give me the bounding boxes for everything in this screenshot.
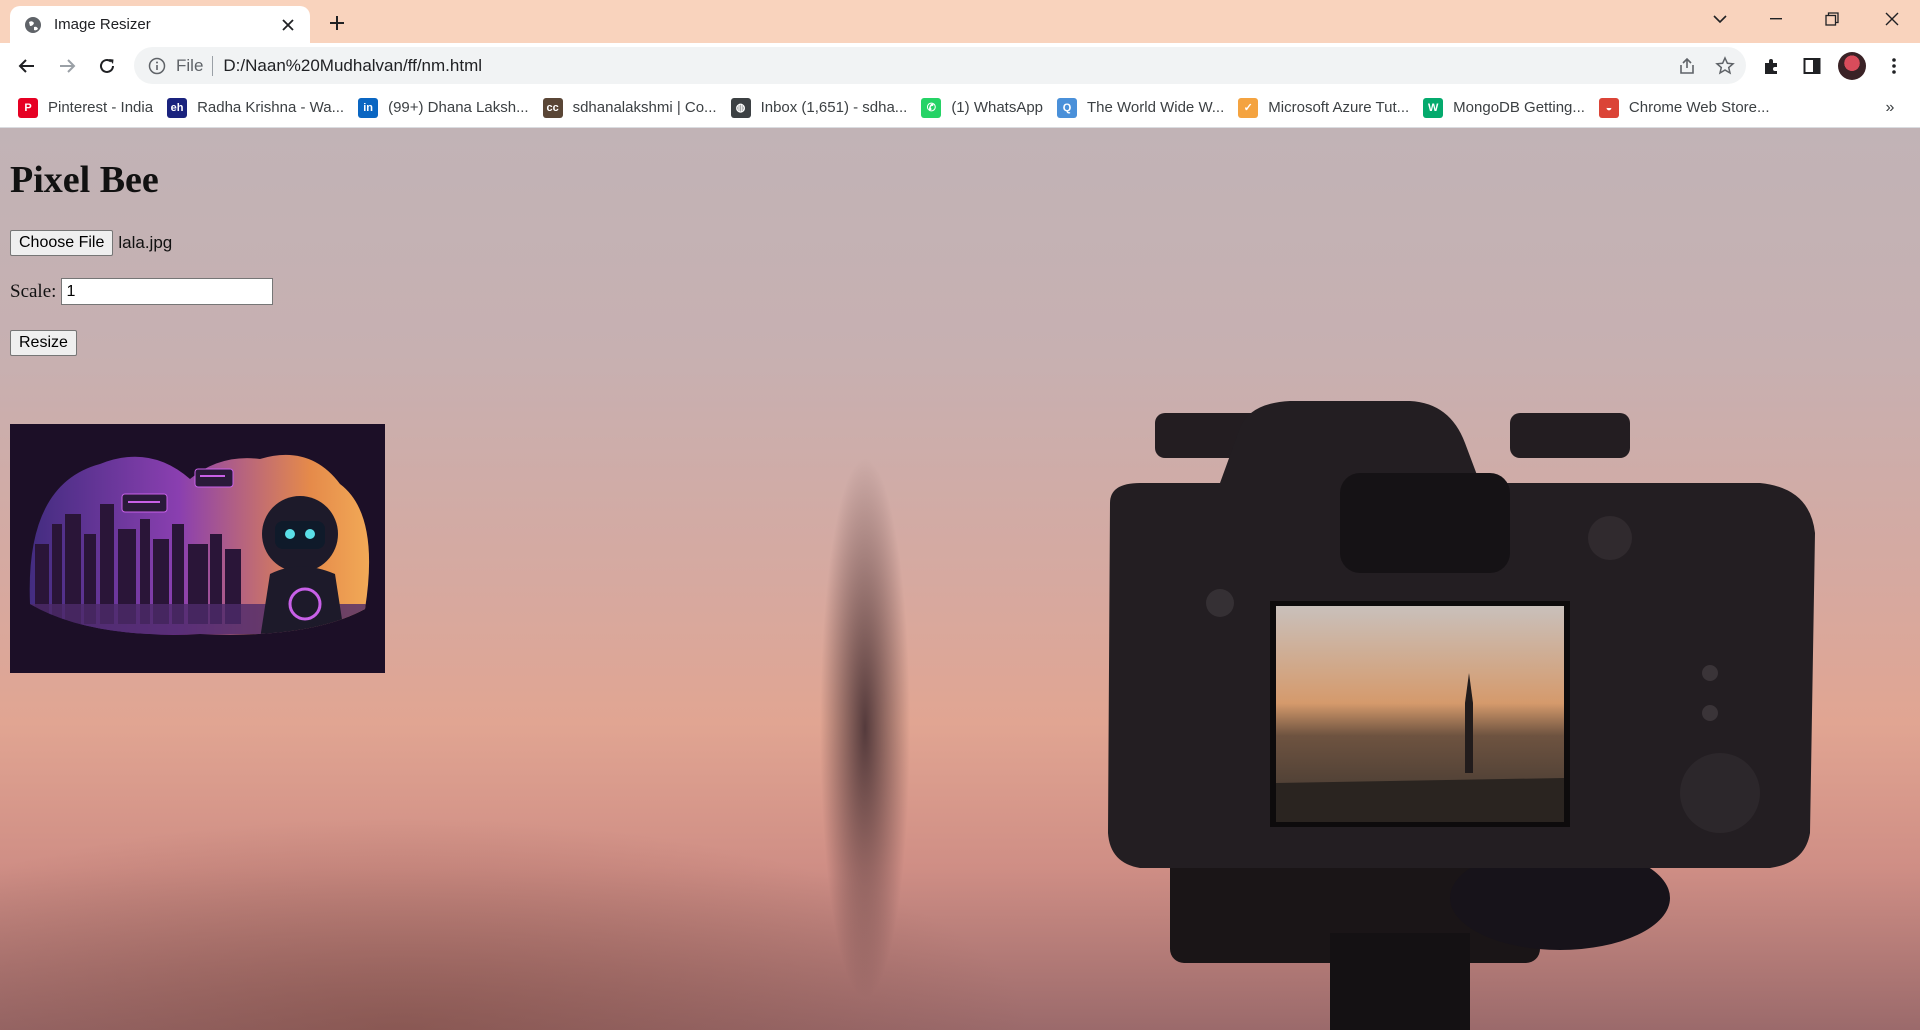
bookmarks-bar: P Pinterest - India eh Radha Krishna - Wa..… xyxy=(0,88,1920,128)
azure-icon: ✓ xyxy=(1238,97,1259,118)
file-picker: Choose File lala.jpg xyxy=(10,230,172,256)
bookmark-item[interactable]: ✓ Microsoft Azure Tut... xyxy=(1234,93,1419,123)
close-window-icon[interactable] xyxy=(1864,0,1920,38)
camera-photo xyxy=(1108,401,1815,1030)
forward-icon[interactable] xyxy=(51,50,83,82)
globe-icon: ◍ xyxy=(730,97,751,118)
choose-file-button[interactable]: Choose File xyxy=(10,230,114,256)
resize-button[interactable]: Resize xyxy=(10,330,77,356)
reload-icon[interactable] xyxy=(91,50,123,82)
url-scheme: File xyxy=(176,55,204,75)
bookmark-item[interactable]: Q The World Wide W... xyxy=(1053,93,1234,123)
pinterest-icon: P xyxy=(18,97,38,118)
minimize-icon[interactable] xyxy=(1748,0,1804,38)
url-text[interactable]: D:/Naan%20Mudhalvan/ff/nm.html xyxy=(223,56,1670,76)
page-background: Pixel Bee Choose File lala.jpg Scale: Re… xyxy=(0,128,1920,1030)
bookmark-item[interactable]: ◒ Chrome Web Store... xyxy=(1595,93,1780,123)
bookmark-item[interactable]: in (99+) Dhana Laksh... xyxy=(354,93,539,123)
bookmark-item[interactable]: P Pinterest - India xyxy=(14,93,163,123)
scale-input[interactable] xyxy=(61,278,274,305)
bookmark-label: Chrome Web Store... xyxy=(1628,99,1770,116)
selected-file-name: lala.jpg xyxy=(118,233,173,252)
tab-strip: Image Resizer xyxy=(0,0,1920,43)
globe-icon xyxy=(24,16,42,34)
bookmark-label: MongoDB Getting... xyxy=(1453,99,1585,116)
side-panel-icon[interactable] xyxy=(1796,50,1828,82)
site-icon: Q xyxy=(1057,97,1078,118)
back-icon[interactable] xyxy=(11,50,43,82)
bookmark-label: sdhanalakshmi | Co... xyxy=(572,99,717,116)
new-tab-button[interactable] xyxy=(323,9,351,37)
info-icon[interactable] xyxy=(148,57,166,75)
url-separator xyxy=(212,55,214,76)
bookmark-item[interactable]: W MongoDB Getting... xyxy=(1419,93,1595,123)
profile-avatar[interactable] xyxy=(1838,52,1866,80)
linkedin-icon: in xyxy=(358,97,379,118)
whatsapp-icon: ✆ xyxy=(921,97,942,118)
extensions-icon[interactable] xyxy=(1756,50,1788,82)
tab-search-icon[interactable] xyxy=(1692,0,1748,38)
page-title: Pixel Bee xyxy=(10,159,159,201)
chrome-icon: ◒ xyxy=(1598,97,1619,118)
scale-label: Scale: xyxy=(10,280,57,302)
close-tab-icon[interactable] xyxy=(278,15,298,35)
bookmark-label: Radha Krishna - Wa... xyxy=(197,99,345,116)
bookmark-label: (99+) Dhana Laksh... xyxy=(388,99,529,116)
bookmark-label: Pinterest - India xyxy=(48,99,154,116)
resize-row: Resize xyxy=(10,330,77,356)
bookmark-label: (1) WhatsApp xyxy=(951,99,1044,116)
resized-image-preview xyxy=(10,424,385,673)
restore-icon[interactable] xyxy=(1804,0,1860,38)
bookmark-star-icon[interactable] xyxy=(1708,49,1742,83)
site-icon: eh xyxy=(167,97,188,118)
address-bar[interactable]: File D:/Naan%20Mudhalvan/ff/nm.html xyxy=(134,47,1746,84)
browser-toolbar: File D:/Naan%20Mudhalvan/ff/nm.html xyxy=(0,43,1920,88)
more-bookmarks-icon[interactable]: » xyxy=(1876,94,1904,122)
w3-icon: W xyxy=(1423,97,1444,118)
share-icon[interactable] xyxy=(1670,49,1704,83)
bookmark-label: Inbox (1,651) - sdha... xyxy=(760,99,908,116)
bookmark-label: Microsoft Azure Tut... xyxy=(1268,99,1410,116)
tab-title: Image Resizer xyxy=(54,16,151,33)
scale-row: Scale: xyxy=(10,278,274,305)
cc-icon: cc xyxy=(542,97,563,118)
tab-image-resizer[interactable]: Image Resizer xyxy=(10,6,310,43)
bookmark-label: The World Wide W... xyxy=(1087,99,1225,116)
bookmark-item[interactable]: cc sdhanalakshmi | Co... xyxy=(539,93,727,123)
bookmark-item[interactable]: ◍ Inbox (1,651) - sdha... xyxy=(727,93,918,123)
bookmark-item[interactable]: eh Radha Krishna - Wa... xyxy=(163,93,354,123)
menu-kebab-icon[interactable] xyxy=(1878,50,1910,82)
bookmark-item[interactable]: ✆ (1) WhatsApp xyxy=(917,93,1053,123)
robot-city-illustration xyxy=(29,454,370,635)
